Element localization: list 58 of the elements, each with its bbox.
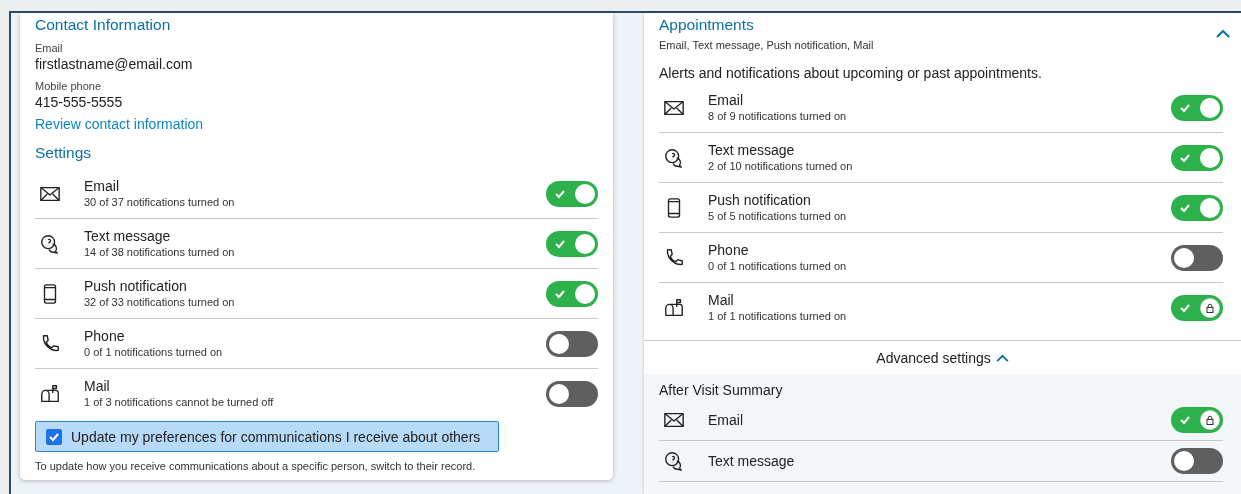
channel-detail: 14 of 38 notifications turned on [84,245,236,259]
field-value: firstlastname@email.com [35,55,194,73]
toggle-switch[interactable] [546,280,598,307]
channel-name: Phone [84,328,126,345]
channel-detail: 5 of 5 notifications turned on [708,209,848,223]
chat-bubbles-icon [39,232,61,255]
channel-detail: 0 of 1 notifications turned on [84,345,224,359]
channel-name: Email [708,92,744,109]
toggle-switch[interactable] [546,230,598,257]
channel-name: Email [84,178,120,195]
checkmark-icon [1179,414,1191,426]
field-label: Mobile phone [35,79,103,93]
checkbox[interactable] [46,428,62,445]
channel-detail: 1 of 3 notifications cannot be turned off [84,395,275,409]
channel-detail: 0 of 1 notifications turned on [708,259,848,273]
toggle-switch[interactable] [1171,244,1223,271]
review-contact-link[interactable]: Review contact information [35,115,204,133]
section-title: Appointments [659,15,755,35]
channel-name: Text message [708,142,796,159]
checkbox-label: Update my preferences for communications I receive about others [71,428,481,445]
section-description: Alerts and notifications about upcoming or past appointments. [658,64,1043,83]
toggle-switch[interactable] [546,330,598,357]
channel-name: Phone [708,242,750,259]
toggle-switch[interactable] [1171,448,1223,474]
chat-bubbles-icon [663,450,685,472]
field-value: 415-555-5555 [35,93,124,111]
toggle-switch[interactable] [1171,94,1223,121]
field-label: Email [35,41,64,55]
toggle-switch[interactable] [1171,194,1223,221]
chat-bubbles-icon [663,146,685,169]
advanced-settings-button[interactable]: Advanced settings [872,341,1013,374]
channel-detail: 32 of 33 notifications turned on [84,295,236,309]
channel-name: Email [708,411,744,429]
section-title: Contact Information [35,15,172,35]
section-title: Settings [35,143,92,163]
mailbox-icon [663,296,685,319]
channel-detail: 2 of 10 notifications turned on [708,159,854,173]
channel-name: Text message [84,228,172,245]
channel-detail: 1 of 1 notifications turned on [708,309,848,323]
subsection-title: After Visit Summary [659,381,784,400]
channel-name: Push notification [84,278,188,295]
toggle-switch[interactable] [1171,144,1223,171]
mailbox-icon [39,382,61,405]
toggle-switch[interactable] [1171,294,1223,321]
help-text: To update how you receive communications about a specific person, switch to their record. [35,460,477,472]
channel-name: Mail [708,292,735,309]
channel-detail: 30 of 37 notifications turned on [84,195,236,209]
channel-detail: 8 of 9 notifications turned on [708,109,848,123]
toggle-switch[interactable] [546,380,598,407]
chevron-icon [995,354,1009,362]
channel-name: Text message [708,452,796,470]
channel-summary: Email, Text message, Push notification, Mail [659,39,874,51]
channel-name: Mail [84,378,111,395]
preferences-checkbox[interactable]: Update my preferences for communications I receive about others [35,421,499,452]
collapse-chevron-icon[interactable] [1216,28,1230,38]
toggle-switch[interactable] [546,180,598,207]
toggle-switch[interactable] [1171,407,1223,433]
channel-name: Push notification [708,192,812,209]
